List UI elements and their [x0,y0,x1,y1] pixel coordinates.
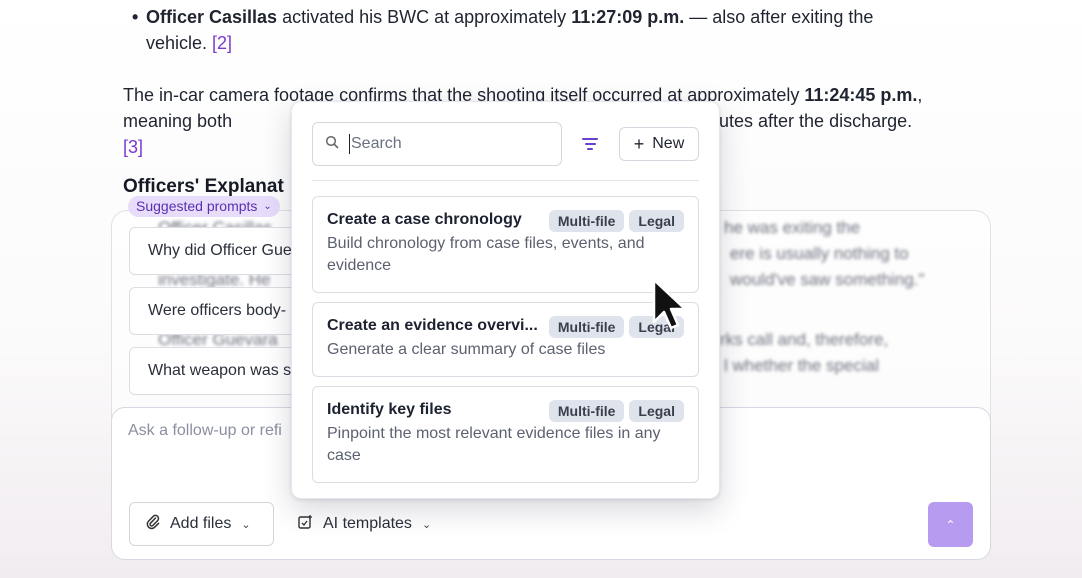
add-files-button[interactable]: Add files ⌄ [129,502,274,546]
section-heading: Officers' Explanat [123,176,284,197]
divider [312,180,699,181]
chevron-up-icon: ⌃ [945,517,956,532]
suggested-prompts-toggle[interactable]: Suggested prompts ⌄ [128,196,280,217]
add-files-label: Add files [170,515,232,532]
chat-input-placeholder[interactable]: Ask a follow-up or refi [128,422,282,440]
template-description: Build chronology from case files, events… [327,235,645,274]
tag-badge: Multi-file [548,400,625,422]
paragraph-text-end: utes after the discharge. [719,111,913,131]
template-description: Generate a clear summary of case files [327,341,606,358]
template-search-field[interactable] [312,122,562,166]
template-title: Identify key files [327,401,452,418]
paperclip-icon [146,514,160,535]
suggested-prompts-label: Suggested prompts [136,198,258,214]
template-title: Create a case chronology [327,211,522,228]
blurred-text: rks call and, therefore, [720,330,889,349]
chevron-down-icon: ⌄ [241,518,251,531]
citation-link[interactable]: [2] [212,33,232,53]
document-bullet: Officer Casillas activated his BWC at ap… [132,4,916,56]
chevron-down-icon: ⌄ [263,201,272,212]
filter-icon[interactable] [578,132,602,156]
plus-icon: + [633,134,645,154]
template-item[interactable]: Identify key files Pinpoint the most rel… [312,386,699,483]
template-description: Pinpoint the most relevant evidence file… [327,425,661,464]
paragraph-time: 11:24:45 p.m. [804,85,918,105]
blurred-text: he was exiting the [724,218,861,237]
tag-badge: Legal [629,210,684,232]
ai-templates-label: AI templates [323,515,412,532]
send-button[interactable]: ⌃ [928,502,973,547]
new-label: New [652,135,685,152]
chevron-down-icon: ⌄ [421,518,432,531]
blurred-text: ere is usually nothing to [730,244,909,263]
search-input[interactable] [351,135,541,153]
search-icon [325,135,339,154]
bullet-text: activated his BWC at approximately [277,7,572,27]
tag-badge: Multi-file [548,210,625,232]
officer-name: Officer Casillas [146,7,278,27]
ai-templates-button[interactable]: AI templates ⌄ [297,502,431,546]
mouse-cursor-icon [650,278,688,339]
text-caret [349,134,350,154]
new-template-button[interactable]: + New [619,127,699,161]
template-icon [297,514,313,535]
template-item[interactable]: Create a case chronology Build chronolog… [312,196,699,293]
blurred-text: would've saw something." [730,270,925,289]
tag-badge: Legal [629,400,684,422]
template-title: Create an evidence overvi... [327,317,538,334]
template-item[interactable]: Create an evidence overvi... Generate a … [312,302,699,377]
blurred-text: l whether the special [724,356,879,375]
bullet-time: 11:27:09 p.m. [571,7,685,27]
tag-badge: Multi-file [548,316,625,338]
citation-link[interactable]: [3] [123,134,143,160]
